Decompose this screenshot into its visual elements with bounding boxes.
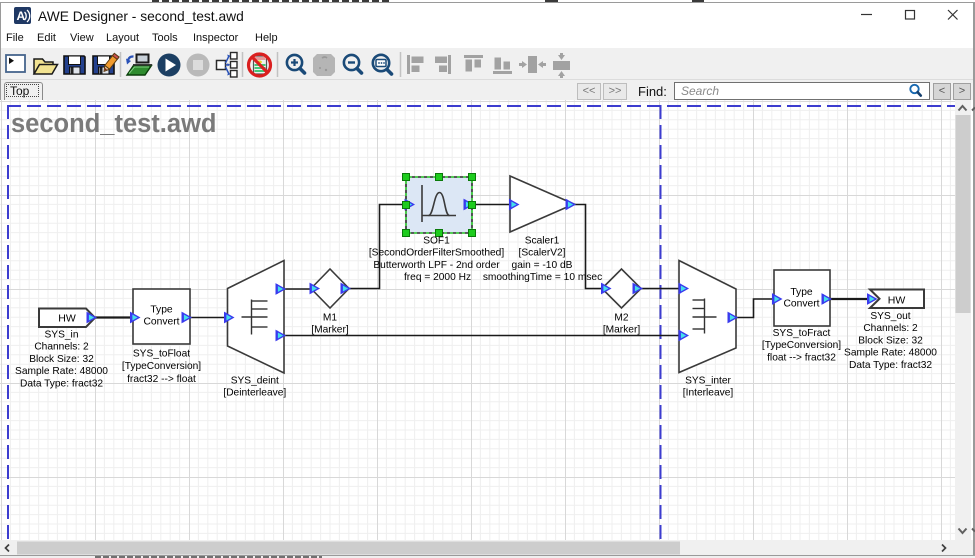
svg-text:[TypeConversion]: [TypeConversion] [122, 361, 201, 372]
svg-text:[SecondOrderFilterSmoothed]: [SecondOrderFilterSmoothed] [369, 248, 505, 259]
svg-text:Sample Rate: 48000: Sample Rate: 48000 [15, 366, 108, 377]
svg-text:gain = -10 dB: gain = -10 dB [512, 260, 573, 271]
svg-text:[Marker]: [Marker] [311, 325, 349, 336]
svg-text:Convert: Convert [783, 299, 819, 310]
svg-text:SYS_in: SYS_in [45, 330, 79, 341]
svg-text:HW: HW [888, 295, 906, 307]
svg-text:A: A [17, 9, 26, 23]
svg-text:freq = 2000 Hz: freq = 2000 Hz [404, 272, 471, 283]
svg-text:Channels: 2: Channels: 2 [863, 323, 918, 334]
svg-text:Channels: 2: Channels: 2 [34, 342, 89, 353]
svg-text:Data Type: fract32: Data Type: fract32 [849, 360, 932, 371]
svg-text:M2: M2 [614, 313, 628, 324]
svg-text:SYS_out: SYS_out [870, 311, 910, 322]
svg-text:SYS_toFract: SYS_toFract [773, 328, 831, 339]
svg-text:Sample Rate: 48000: Sample Rate: 48000 [844, 348, 937, 359]
svg-text:AWE Designer - second_test.awd: AWE Designer - second_test.awd [38, 9, 244, 24]
svg-text:SYS_toFloat: SYS_toFloat [133, 349, 190, 360]
svg-text:smoothingTime = 10 msec: smoothingTime = 10 msec [483, 272, 602, 283]
svg-text:[ScalerV2]: [ScalerV2] [519, 248, 566, 259]
svg-text:Butterworth LPF - 2nd order: Butterworth LPF - 2nd order [373, 260, 500, 271]
svg-text:Convert: Convert [143, 316, 179, 327]
svg-text:second_test.awd: second_test.awd [11, 110, 216, 138]
svg-text:Type: Type [790, 287, 813, 298]
svg-text:Data Type: fract32: Data Type: fract32 [20, 378, 103, 389]
svg-text:[Marker]: [Marker] [603, 325, 641, 336]
svg-text:Block Size: 32: Block Size: 32 [858, 335, 923, 346]
svg-text:float --> fract32: float --> fract32 [767, 352, 836, 363]
svg-text:HW: HW [58, 313, 76, 325]
svg-text:M1: M1 [323, 313, 337, 324]
svg-text:Scaler1: Scaler1 [525, 236, 560, 247]
svg-text:SYS_deint: SYS_deint [231, 375, 279, 386]
svg-text:[TypeConversion]: [TypeConversion] [762, 340, 841, 351]
svg-text:SYS_inter: SYS_inter [685, 376, 731, 387]
svg-text:[Deinterleave]: [Deinterleave] [223, 388, 286, 399]
svg-text:Block Size: 32: Block Size: 32 [29, 354, 94, 365]
svg-text:Type: Type [150, 305, 173, 316]
svg-text:SOF1: SOF1 [423, 236, 450, 247]
svg-text:fract32 --> float: fract32 --> float [127, 374, 196, 385]
svg-text:[Interleave]: [Interleave] [683, 388, 734, 399]
